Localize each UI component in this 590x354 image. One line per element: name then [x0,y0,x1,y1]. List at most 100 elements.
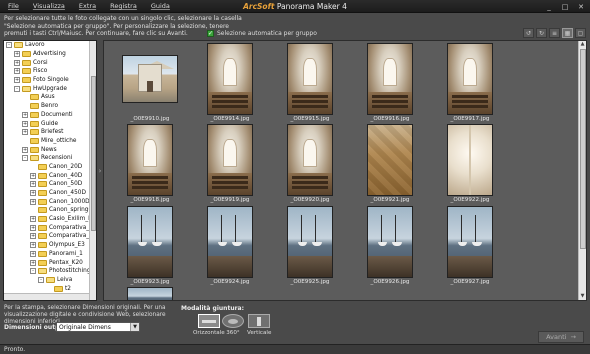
expand-icon[interactable]: + [22,146,28,153]
tree-item[interactable]: Canon_spring08 [4,206,96,215]
mode-vertical[interactable]: Verticale [247,314,271,336]
collapse-icon[interactable]: - [14,85,20,92]
thumbnail-image[interactable] [207,43,253,115]
auto-select-checkbox[interactable]: ✓ Selezione automatica per gruppo [207,30,317,37]
tree-item[interactable]: + Foto Singole [4,76,96,85]
tree-item[interactable]: - HwUpgrade [4,84,96,93]
expand-icon[interactable]: + [22,111,28,118]
thumbnail[interactable]: _O0E9920.jpg [270,124,350,203]
expand-icon[interactable]: + [14,68,20,75]
tree-item[interactable]: + Pentax_K20 [4,258,96,267]
mode-360[interactable]: 360° [222,314,244,336]
tree-item[interactable]: + Canon_50D [4,180,96,189]
menu-guida[interactable]: Guida [151,2,170,10]
tree-item[interactable]: + Canon_450D [4,189,96,198]
thumbnail-image[interactable] [367,206,413,278]
thumbnail[interactable]: _O0E9919.jpg [190,124,270,203]
thumbnail-image[interactable] [447,206,493,278]
maximize-icon[interactable]: □ [560,2,570,11]
large-view-icon[interactable]: ▢ [575,28,586,38]
tree-hscrollbar[interactable] [4,293,89,300]
checkbox-checked-icon[interactable]: ✓ [207,30,214,37]
thumbnail[interactable]: _O0E9923.jpg [110,206,190,285]
thumbnail-image[interactable] [447,124,493,196]
expand-icon[interactable]: + [30,259,36,266]
menu-file[interactable]: File [8,2,19,10]
tree-item[interactable]: - Lavoro [4,41,96,50]
tree-item[interactable]: Asus [4,93,96,102]
expand-icon[interactable]: + [30,250,36,257]
thumbnail[interactable]: _O0E9917.jpg [430,43,510,122]
thumbnail[interactable]: _O0E9910.jpg [110,43,190,122]
thumbnail-view-icon[interactable]: ▦ [562,28,573,38]
collapse-icon[interactable]: - [30,268,36,275]
tree-item[interactable]: + Fisco [4,67,96,76]
thumbnail-image[interactable] [207,124,253,196]
tree-item[interactable]: + Comparativa_cre [4,232,96,241]
next-button[interactable]: Avanti → [538,331,584,343]
tree-item[interactable]: + Canon_1000D [4,197,96,206]
thumbnail[interactable]: _O0E9915.jpg [270,43,350,122]
close-icon[interactable]: ✕ [576,2,586,11]
tree-item[interactable]: t2 [4,284,96,293]
tree-item[interactable]: + Comparativa_cav [4,223,96,232]
expand-icon[interactable]: + [22,129,28,136]
expand-icon[interactable]: + [30,233,36,240]
thumbnail-image[interactable] [367,43,413,115]
tree-item[interactable]: + Canon_40D [4,171,96,180]
rotate-right-icon[interactable]: ↻ [536,28,547,38]
output-dimension-select[interactable]: Originale Dimens ▼ [56,322,140,332]
expand-icon[interactable]: + [30,242,36,249]
thumbnail-image[interactable] [367,124,413,196]
tree-item[interactable]: Benro [4,102,96,111]
scroll-down-icon[interactable]: ▼ [579,293,586,300]
tree-scroll-thumb[interactable] [91,76,96,231]
expand-icon[interactable]: + [30,190,36,197]
collapse-icon[interactable]: - [38,276,44,283]
tree-item[interactable]: + Olympus_E3 [4,241,96,250]
thumbnail[interactable]: _O0E9927.jpg [430,206,510,285]
tree-item[interactable]: + Panorami_1 [4,250,96,259]
thumbnail-image[interactable] [122,55,178,103]
list-view-icon[interactable]: ≡ [549,28,560,38]
thumbnail-image[interactable] [287,124,333,196]
thumbnail-image[interactable] [447,43,493,115]
tree-item[interactable]: + Briefest [4,128,96,137]
tree-item[interactable]: - Leiva [4,276,96,285]
collapse-icon[interactable]: - [6,42,12,49]
menu-visualizza[interactable]: Visualizza [33,2,65,10]
collapse-icon[interactable]: - [22,155,28,162]
thumbnail-image[interactable] [207,206,253,278]
thumbnail-image[interactable] [287,43,333,115]
thumbnail-grid[interactable]: _O0E9910.jpg _O0E9914.jpg _O0E9915.jpg _O0E… [103,40,587,301]
thumbnail-image[interactable] [127,206,173,278]
expand-icon[interactable]: + [30,224,36,231]
thumbnail-image[interactable] [287,206,333,278]
tree-item[interactable]: + Corsi [4,58,96,67]
thumbnail[interactable]: _O0E9916.jpg [350,43,430,122]
thumbnail[interactable]: _O0E9918.jpg [110,124,190,203]
thumbnail-partial[interactable] [110,287,190,300]
expand-icon[interactable]: + [30,216,36,223]
folder-tree[interactable]: - Lavoro + Advertising + Corsi + Fisco + Foto Sin… [3,40,97,301]
thumbnail[interactable]: _O0E9914.jpg [190,43,270,122]
thumbnail[interactable]: _O0E9921.jpg [350,124,430,203]
thumbnail-image[interactable] [127,287,173,300]
thumbnail[interactable]: _O0E9924.jpg [190,206,270,285]
tree-item[interactable]: + Documenti [4,111,96,120]
minimize-icon[interactable]: _ [544,2,554,11]
tree-item[interactable]: + Guide [4,119,96,128]
tree-item[interactable]: Mire_ottiche [4,137,96,146]
expand-icon[interactable]: + [30,181,36,188]
expand-icon[interactable]: + [30,198,36,205]
expand-icon[interactable]: + [14,59,20,66]
mode-horizontal[interactable]: Orizzontale [193,314,225,336]
tree-vscrollbar[interactable] [89,41,96,300]
expand-icon[interactable]: + [30,172,36,179]
grid-scroll-thumb[interactable] [580,49,586,249]
thumbnail[interactable]: _O0E9926.jpg [350,206,430,285]
expand-icon[interactable]: + [22,120,28,127]
expand-icon[interactable]: + [14,51,20,58]
thumbnail[interactable]: _O0E9925.jpg [270,206,350,285]
expand-icon[interactable]: + [14,77,20,84]
